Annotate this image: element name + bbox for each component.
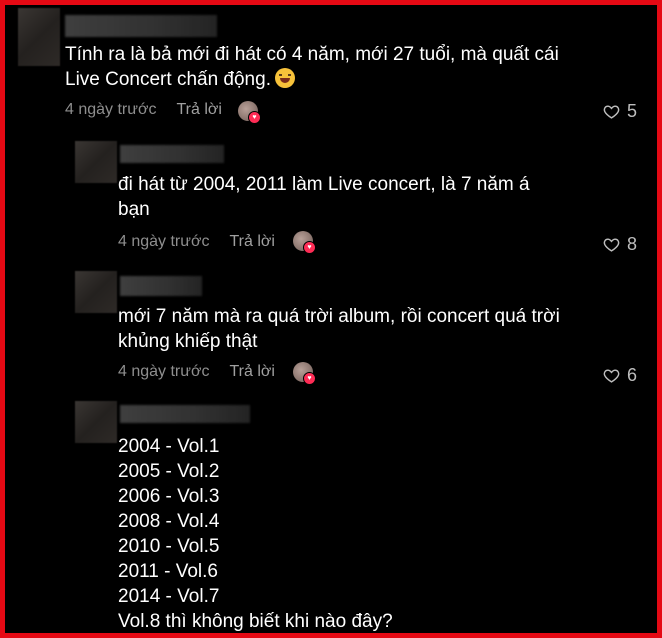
grinning-sweat-emoji [274,68,295,88]
like-button[interactable]: 6 [603,365,637,386]
heart-badge-icon: ♥ [248,111,261,124]
comment-text: mới 7 năm mà ra quá trời album, rồi conc… [118,306,560,352]
username[interactable] [120,405,250,423]
screenshot-frame: Tính ra là bả mới đi hát có 4 năm, mới 2… [0,0,662,638]
comment-text: Tính ra là bả mới đi hát có 4 năm, mới 2… [65,44,559,90]
like-count: 6 [627,365,638,385]
like-count: 5 [627,101,638,121]
heart-outline-icon [603,238,620,252]
username[interactable] [120,145,224,163]
username[interactable] [120,276,202,296]
like-button[interactable]: 8 [603,234,637,255]
creator-liked-avatar: ♥ [293,231,316,254]
avatar[interactable] [75,271,117,313]
like-count: 8 [627,234,638,254]
heart-badge-icon: ♥ [303,241,316,254]
heart-badge-icon: ♥ [303,372,316,385]
creator-liked-avatar: ♥ [293,362,316,385]
comment-meta: 4 ngày trước Trả lời [118,363,275,381]
avatar[interactable] [75,141,117,183]
reply-button[interactable]: Trả lời [176,101,221,119]
avatar[interactable] [18,8,60,66]
comment-meta: 4 ngày trước Trả lời [65,101,222,119]
reply-button[interactable]: Trả lời [229,233,274,251]
comment-text: đi hát từ 2004, 2011 làm Live concert, l… [118,174,530,220]
avatar[interactable] [75,401,117,443]
like-button[interactable]: 5 [603,101,637,122]
comment-meta: 4 ngày trước Trả lời [118,233,275,251]
comment-time: 4 ngày trước [118,233,210,250]
comment-time: 4 ngày trước [65,101,157,118]
username[interactable] [65,15,217,37]
comment-text: 2004 - Vol.1 2005 - Vol.2 2006 - Vol.3 2… [118,436,393,632]
reply-button[interactable]: Trả lời [229,363,274,381]
heart-outline-icon [603,105,620,119]
heart-outline-icon [603,369,620,383]
creator-liked-avatar: ♥ [238,101,261,124]
comment-time: 4 ngày trước [118,363,210,380]
